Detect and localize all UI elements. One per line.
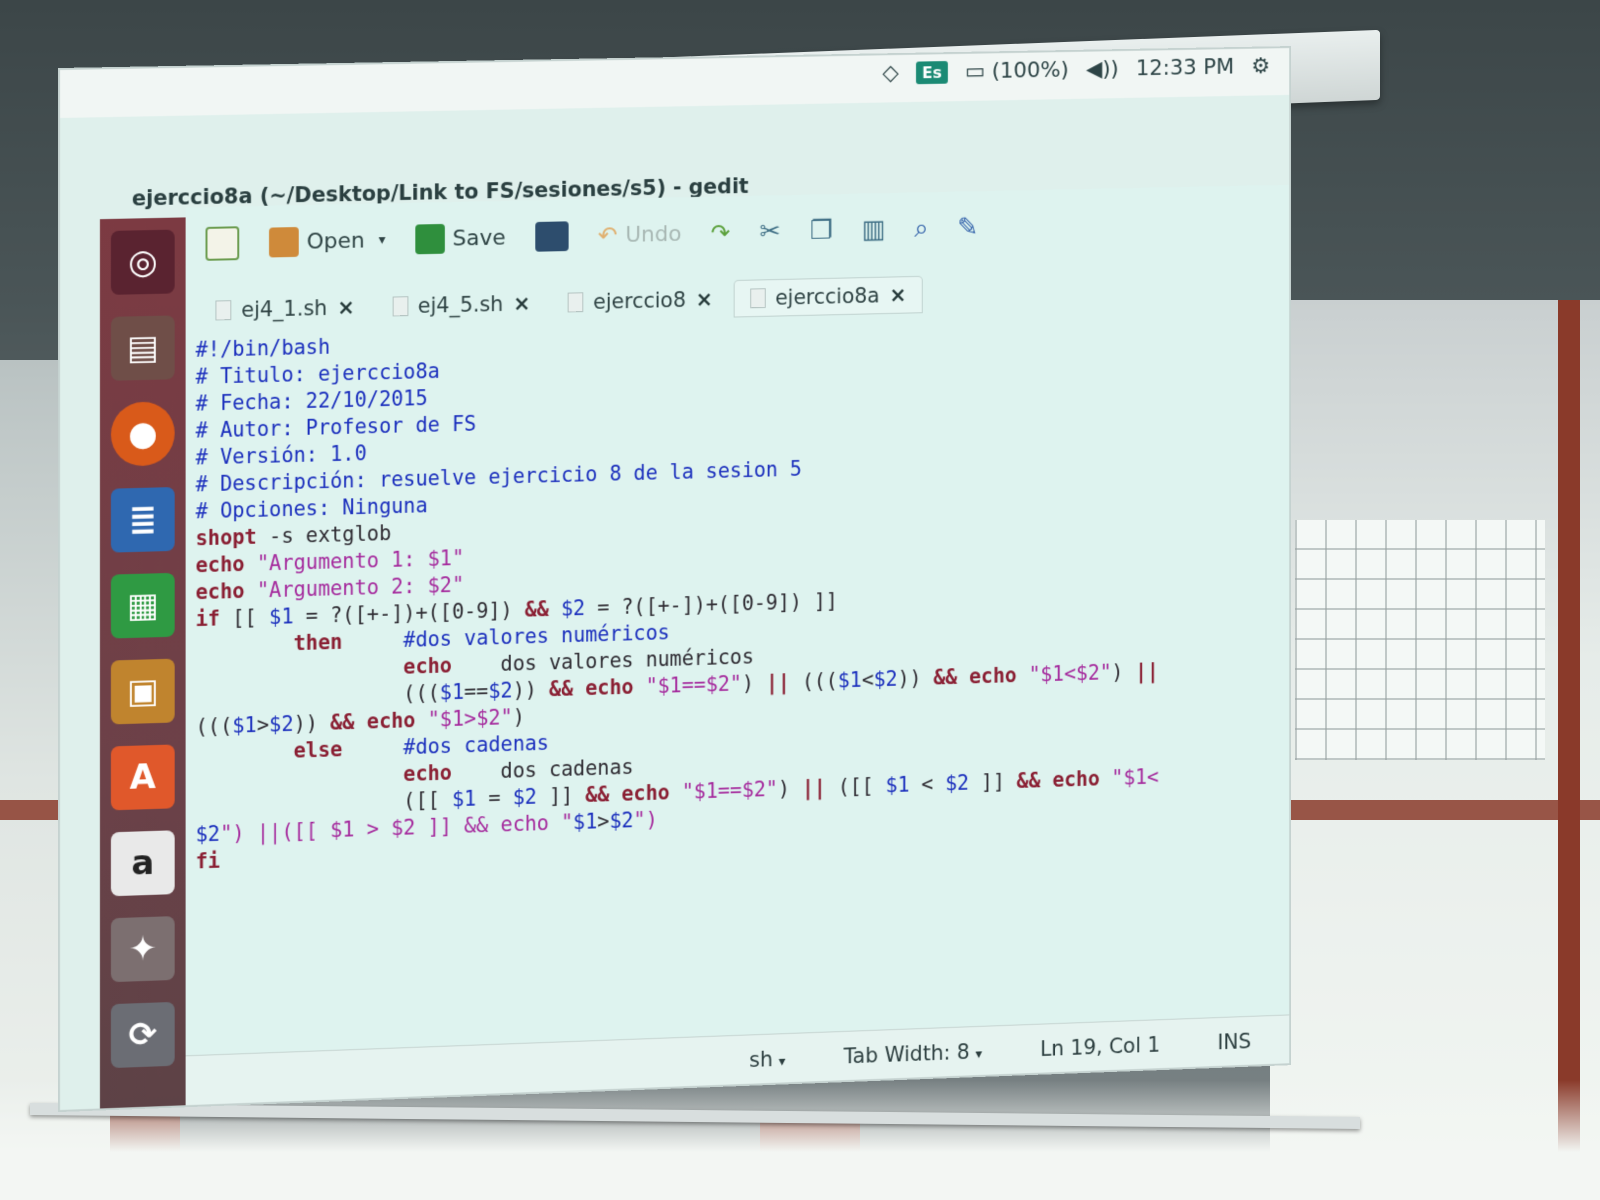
volume-icon[interactable]: ◀))	[1086, 57, 1119, 82]
search-button[interactable]: ⌕	[914, 213, 928, 244]
tab-label: ej4_1.sh	[241, 296, 328, 322]
language-label: sh	[749, 1046, 773, 1072]
impress-icon[interactable]: ▣	[110, 658, 175, 725]
gedit-window: Open ▾ Save ↶ Undo ↷ ✂ ❐ ▥ ⌕ ✎ ej4_1.sh …	[185, 184, 1290, 1106]
cursor-position: Ln 19, Col 1	[1040, 1032, 1161, 1061]
document-icon	[392, 296, 408, 317]
window-frame	[1558, 300, 1580, 1200]
document-tabs: ej4_1.sh × ej4_5.sh × ejerccio8 × ejercc…	[200, 276, 922, 329]
cut-icon: ✂	[759, 216, 781, 247]
tab-ej4-1[interactable]: ej4_1.sh ×	[200, 289, 371, 329]
close-icon[interactable]: ×	[337, 295, 354, 319]
save-button[interactable]: Save	[415, 223, 506, 255]
chevron-down-icon: ▾	[778, 1053, 786, 1070]
tab-ejerccio8[interactable]: ejerccio8 ×	[552, 281, 728, 321]
language-selector[interactable]: sh ▾	[749, 1046, 786, 1072]
redo-button[interactable]: ↷	[711, 219, 731, 247]
copy-icon: ❐	[809, 215, 833, 246]
open-button[interactable]: Open ▾	[269, 225, 386, 258]
tab-label: ej4_5.sh	[417, 292, 504, 318]
system-tray: ◇ Es ▭ (100%) ◀)) 12:33 PM ⚙	[882, 54, 1270, 86]
battery-indicator[interactable]: ▭ (100%)	[965, 58, 1069, 84]
clock[interactable]: 12:33 PM	[1136, 55, 1234, 81]
undo-button[interactable]: ↶ Undo	[598, 220, 682, 249]
writer-icon[interactable]: ≣	[110, 487, 175, 553]
files-icon[interactable]: ▤	[110, 315, 175, 381]
close-icon[interactable]: ×	[513, 291, 530, 315]
document-icon	[749, 288, 766, 309]
tab-width-selector[interactable]: Tab Width: 8 ▾	[844, 1039, 983, 1068]
replace-button[interactable]: ✎	[957, 213, 978, 243]
battery-level: (100%)	[991, 57, 1069, 84]
tab-width-label: Tab Width: 8	[843, 1039, 970, 1068]
toolbar: Open ▾ Save ↶ Undo ↷ ✂ ❐ ▥ ⌕ ✎	[186, 192, 1290, 273]
printer-icon	[535, 221, 569, 252]
code-editor[interactable]: #!/bin/bash # Titulo: ejerccio8a # Fecha: …	[196, 312, 1276, 1035]
battery-icon: ▭	[964, 59, 985, 85]
tab-ej4-5[interactable]: ej4_5.sh ×	[376, 285, 546, 325]
tab-label: ejerccio8	[593, 288, 686, 314]
print-button[interactable]	[535, 221, 569, 252]
save-icon	[415, 223, 445, 255]
keyboard-layout-indicator[interactable]: Es	[916, 61, 948, 85]
insert-mode: INS	[1217, 1029, 1252, 1054]
room-window	[1295, 520, 1545, 760]
folder-icon	[269, 226, 299, 258]
tab-ejerccio8a[interactable]: ejerccio8a ×	[734, 276, 922, 317]
calc-icon[interactable]: ▦	[110, 572, 175, 639]
cut-button[interactable]: ✂	[759, 217, 780, 247]
undo-label: Undo	[625, 221, 682, 248]
software-updater-icon[interactable]: ⟳	[110, 1001, 175, 1069]
document-icon	[567, 292, 584, 313]
launcher: ◎ ▤ ● ≣ ▦ ▣ A a ✦ ⟳	[99, 217, 186, 1110]
undo-icon: ↶	[597, 221, 618, 250]
paste-button[interactable]: ▥	[861, 215, 885, 245]
software-center-icon[interactable]: A	[110, 744, 175, 811]
search-icon: ⌕	[914, 213, 929, 244]
firefox-icon[interactable]: ●	[110, 401, 175, 467]
projected-desktop: ◇ Es ▭ (100%) ◀)) 12:33 PM ⚙ ejerccio8a …	[60, 48, 1290, 1110]
save-label: Save	[452, 225, 506, 252]
top-panel: ◇ Es ▭ (100%) ◀)) 12:33 PM ⚙	[60, 48, 1290, 119]
redo-icon: ↷	[710, 218, 731, 247]
close-icon[interactable]: ×	[696, 287, 713, 311]
amazon-icon[interactable]: a	[110, 830, 175, 897]
chevron-down-icon: ▾	[975, 1045, 983, 1062]
replace-icon: ✎	[957, 212, 979, 243]
settings-icon[interactable]: ✦	[110, 916, 175, 983]
wifi-icon[interactable]: ◇	[882, 61, 898, 86]
new-document-button[interactable]	[205, 226, 240, 261]
open-label: Open	[306, 228, 365, 255]
ubuntu-logo-icon[interactable]: ◎	[110, 229, 175, 295]
close-icon[interactable]: ×	[889, 283, 906, 307]
chevron-down-icon[interactable]: ▾	[379, 232, 386, 248]
tab-label: ejerccio8a	[775, 283, 880, 310]
copy-button[interactable]: ❐	[810, 216, 833, 246]
gear-icon[interactable]: ⚙	[1251, 54, 1270, 79]
new-document-icon	[205, 226, 240, 261]
paste-icon: ▥	[861, 214, 886, 245]
document-icon	[215, 300, 232, 321]
